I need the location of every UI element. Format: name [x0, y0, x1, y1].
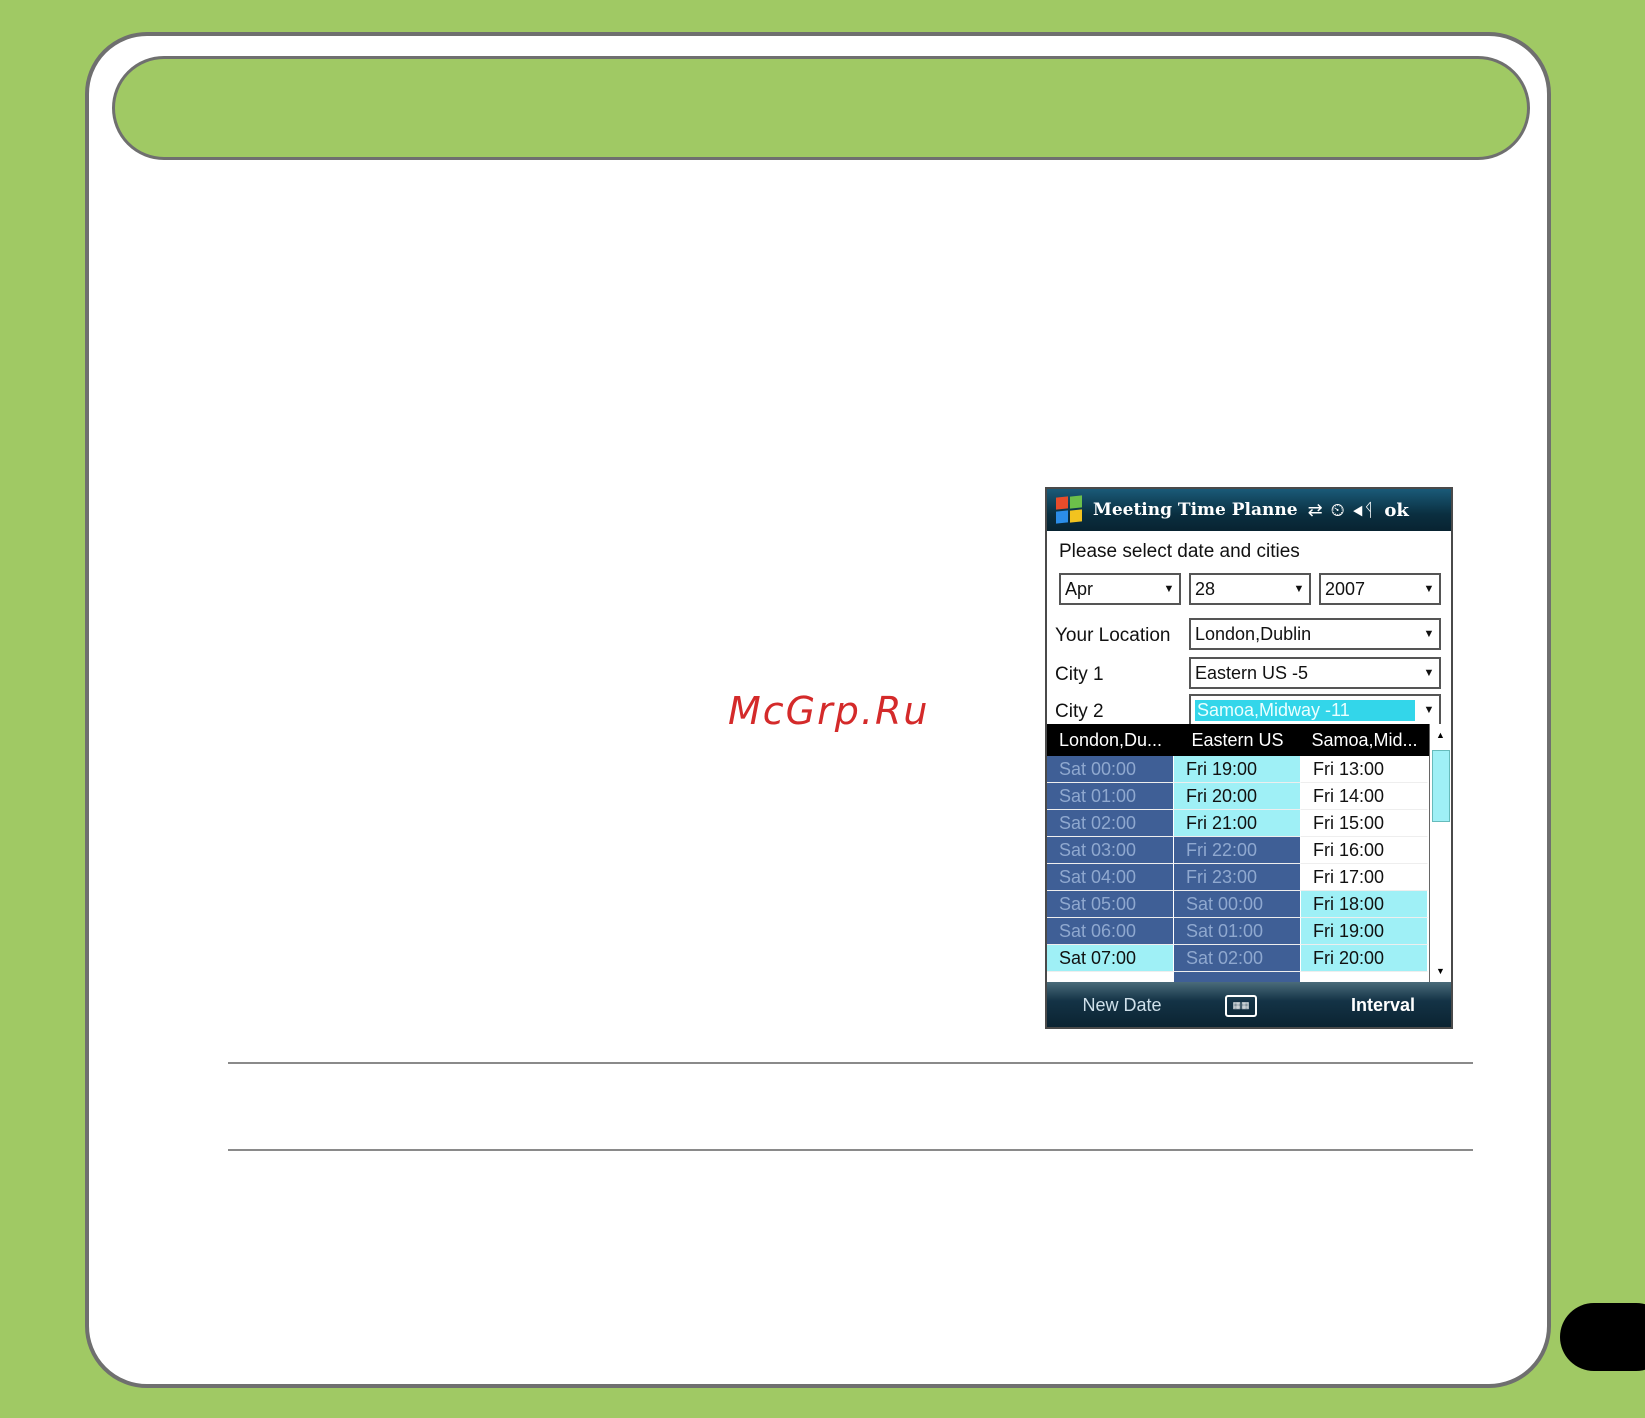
app-title: Meeting Time Planne [1093, 500, 1298, 520]
chevron-down-icon: ▼ [1423, 628, 1435, 640]
table-row[interactable]: Sat 06:00 Sat 01:00 Fri 19:00 [1047, 918, 1429, 945]
connectivity-icon[interactable]: ⇄ [1308, 500, 1323, 521]
divider-bottom [228, 1149, 1473, 1151]
table-row[interactable]: Sat 02:00 Fri 21:00 Fri 15:00 [1047, 810, 1429, 837]
header-band [112, 56, 1530, 160]
table-cell[interactable]: Fri 20:00 [1301, 945, 1428, 972]
grid-header: London,Du... Eastern US Samoa,Mid... [1047, 724, 1429, 756]
table-cell[interactable]: Fri 14:00 [1301, 783, 1428, 810]
table-cell[interactable]: Fri 13:00 [1301, 756, 1428, 783]
phone-screenshot: Meeting Time Planne ⇄ ⏲ ◀ᛩ ok Please sel… [1045, 487, 1453, 1029]
table-cell[interactable]: Fri 19:00 [1174, 756, 1301, 783]
scroll-up-icon[interactable]: ▲ [1430, 724, 1451, 746]
table-cell[interactable]: Sat 07:00 [1047, 945, 1174, 972]
column-header-location[interactable]: London,Du... [1047, 724, 1174, 756]
city1-dropdown[interactable]: Eastern US -5 ▼ [1189, 657, 1441, 689]
table-cell[interactable] [1174, 972, 1301, 982]
table-cell[interactable]: Sat 01:00 [1047, 783, 1174, 810]
month-dropdown[interactable]: Apr ▼ [1059, 573, 1181, 605]
day-dropdown[interactable]: 28 ▼ [1189, 573, 1311, 605]
table-cell[interactable]: Sat 03:00 [1047, 837, 1174, 864]
city1-label: City 1 [1055, 664, 1104, 685]
table-cell[interactable]: Fri 20:00 [1174, 783, 1301, 810]
table-row[interactable]: Sat 04:00 Fri 23:00 Fri 17:00 [1047, 864, 1429, 891]
keyboard-icon[interactable]: ▦▦ [1225, 994, 1257, 1017]
chevron-down-icon: ▼ [1163, 583, 1175, 595]
table-cell[interactable]: Sat 02:00 [1047, 810, 1174, 837]
city2-dropdown[interactable]: Samoa,Midway -11 ▼ [1189, 694, 1441, 726]
windows-logo-icon[interactable] [1055, 495, 1083, 524]
table-cell[interactable]: Fri 16:00 [1301, 837, 1428, 864]
interval-button[interactable]: Interval [1351, 995, 1415, 1016]
table-row[interactable] [1047, 972, 1429, 982]
your-location-label: Your Location [1055, 625, 1171, 646]
table-cell[interactable]: Sat 05:00 [1047, 891, 1174, 918]
table-cell[interactable]: Fri 19:00 [1301, 918, 1428, 945]
your-location-dropdown[interactable]: London,Dublin ▼ [1189, 618, 1441, 650]
soft-key-bar: New Date ▦▦ Interval [1047, 982, 1451, 1027]
ok-button[interactable]: ok [1384, 500, 1408, 521]
table-cell[interactable]: Sat 02:00 [1174, 945, 1301, 972]
time-grid: London,Du... Eastern US Samoa,Mid... Sat… [1047, 724, 1451, 982]
chevron-down-icon: ▼ [1423, 583, 1435, 595]
chevron-down-icon: ▼ [1423, 667, 1435, 679]
new-date-button[interactable]: New Date [1047, 995, 1197, 1016]
year-dropdown[interactable]: 2007 ▼ [1319, 573, 1441, 605]
table-cell[interactable] [1047, 972, 1174, 982]
table-cell[interactable]: Fri 17:00 [1301, 864, 1428, 891]
chevron-down-icon: ▼ [1293, 583, 1305, 595]
table-cell[interactable]: Fri 15:00 [1301, 810, 1428, 837]
table-row[interactable]: Sat 03:00 Fri 22:00 Fri 16:00 [1047, 837, 1429, 864]
grid-rows: Sat 00:00 Fri 19:00 Fri 13:00 Sat 01:00 Fri … [1047, 756, 1429, 982]
watermark: McGrp.Ru [728, 689, 930, 733]
chevron-down-icon: ▼ [1423, 704, 1435, 716]
scroll-thumb[interactable] [1432, 750, 1450, 822]
table-row[interactable]: Sat 00:00 Fri 19:00 Fri 13:00 [1047, 756, 1429, 783]
table-cell[interactable]: Sat 06:00 [1047, 918, 1174, 945]
title-bar: Meeting Time Planne ⇄ ⏲ ◀ᛩ ok [1047, 489, 1451, 531]
city2-label: City 2 [1055, 701, 1104, 722]
form-area: Please select date and cities Apr ▼ 28 ▼… [1047, 531, 1451, 726]
table-cell[interactable]: Sat 00:00 [1174, 891, 1301, 918]
scroll-down-icon[interactable]: ▼ [1430, 960, 1451, 982]
prompt-text: Please select date and cities [1059, 541, 1300, 562]
table-cell[interactable]: Fri 23:00 [1174, 864, 1301, 891]
table-cell[interactable]: Fri 18:00 [1301, 891, 1428, 918]
table-cell[interactable]: Fri 22:00 [1174, 837, 1301, 864]
table-cell[interactable] [1301, 972, 1428, 982]
table-row[interactable]: Sat 05:00 Sat 00:00 Fri 18:00 [1047, 891, 1429, 918]
clock-alarm-icon[interactable]: ⏲ [1331, 500, 1345, 521]
column-header-city2[interactable]: Samoa,Mid... [1301, 724, 1428, 756]
column-header-city1[interactable]: Eastern US [1174, 724, 1301, 756]
page-number-badge [1560, 1303, 1645, 1371]
table-row[interactable]: Sat 01:00 Fri 20:00 Fri 14:00 [1047, 783, 1429, 810]
table-cell[interactable]: Sat 00:00 [1047, 756, 1174, 783]
table-cell[interactable]: Sat 04:00 [1047, 864, 1174, 891]
divider-top [228, 1062, 1473, 1064]
speaker-icon[interactable]: ◀ᛩ [1353, 500, 1375, 521]
grid-scrollbar[interactable]: ▲ ▼ [1429, 724, 1451, 982]
table-row[interactable]: Sat 07:00 Sat 02:00 Fri 20:00 [1047, 945, 1429, 972]
table-cell[interactable]: Sat 01:00 [1174, 918, 1301, 945]
table-cell[interactable]: Fri 21:00 [1174, 810, 1301, 837]
